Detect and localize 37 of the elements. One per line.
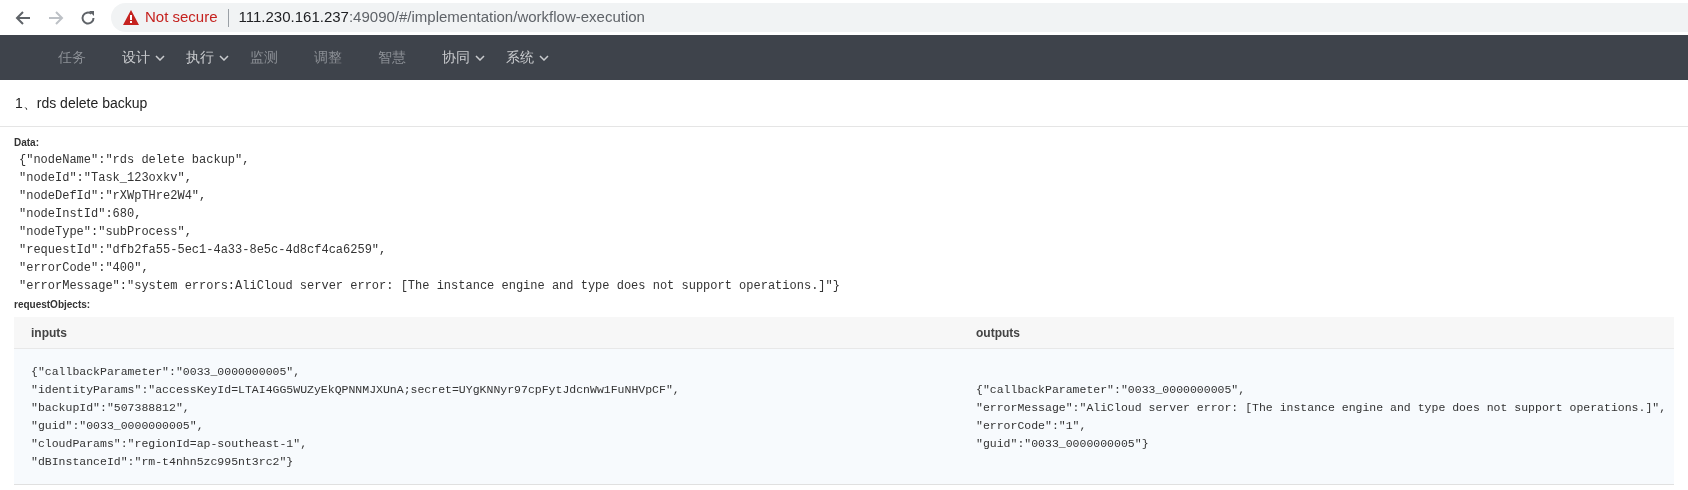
code-line: {"callbackParameter":"0033_0000000005", (31, 363, 301, 380)
reload-icon[interactable] (80, 9, 96, 26)
address-bar[interactable]: Not secure 111.230.161.237:49090/#/implementation/workflow-execution (111, 3, 1688, 32)
caret-icon (155, 54, 165, 61)
code-line: "requestId":"dfb2fa55-5ec1-4a33-8e5c-4d8cf4ca6259", (19, 242, 387, 259)
caret-icon (539, 54, 549, 61)
code-line: {"nodeName":"rds delete backup", (19, 152, 250, 169)
request-objects-label: requestObjects: (14, 299, 92, 311)
nav-menu-item[interactable]: 执行 (186, 47, 250, 68)
caret-icon (475, 54, 485, 61)
security-label: Not secure (145, 7, 218, 28)
back-icon[interactable] (15, 9, 31, 26)
code-line: "backupId":"507388812", (31, 399, 190, 416)
code-line: "guid":"0033_0000000005"} (976, 435, 1149, 452)
code-line: "errorCode":"400", (19, 260, 149, 277)
code-line: "nodeInstId":680, (19, 206, 142, 223)
code-line: "nodeType":"subProcess", (19, 224, 192, 241)
code-line: "cloudParams":"regionId=ap-southeast-1", (31, 435, 308, 452)
code-line: "guid":"0033_0000000005", (31, 417, 204, 434)
url-text[interactable]: 111.230.161.237:49090/#/implementation/workflow-execution (238, 6, 645, 29)
code-line: "identityParams":"accessKeyId=LTAI4GG5WUZyEkQPNNMJXUnA;secret=UYgKNNyr97cpFytJdcnWw1FuNHVpCF", (31, 381, 680, 398)
code-line: "dBInstanceId":"rm-t4nhn5zc995nt3rc2"} (31, 453, 294, 470)
data-label: Data: (14, 137, 40, 149)
code-line: {"callbackParameter":"0033_0000000005", (976, 381, 1246, 398)
nav-menu-item[interactable]: 系统 (506, 47, 570, 68)
code-line: "nodeId":"Task_123oxkv", (19, 170, 192, 187)
caret-icon (219, 54, 229, 61)
code-line: "errorMessage":"system errors:AliCloud server error: [The instance engine and type does not support operations.]"} (19, 278, 840, 295)
code-line: "nodeDefId":"rXWpTHre2W4", (19, 188, 207, 205)
nav-menu-item[interactable]: 协同 (442, 47, 506, 68)
nav-menu-item[interactable]: 设计 (122, 47, 186, 68)
code-line: "errorCode":"1", (976, 417, 1087, 434)
code-line: "errorMessage":"AliCloud server error: [The instance engine and type does not support operations.]", (976, 399, 1667, 416)
page-title: 1、rds delete backup (15, 93, 148, 113)
column-header: outputs (975, 324, 1020, 342)
column-header: inputs (30, 324, 67, 342)
warning-icon (123, 10, 139, 25)
